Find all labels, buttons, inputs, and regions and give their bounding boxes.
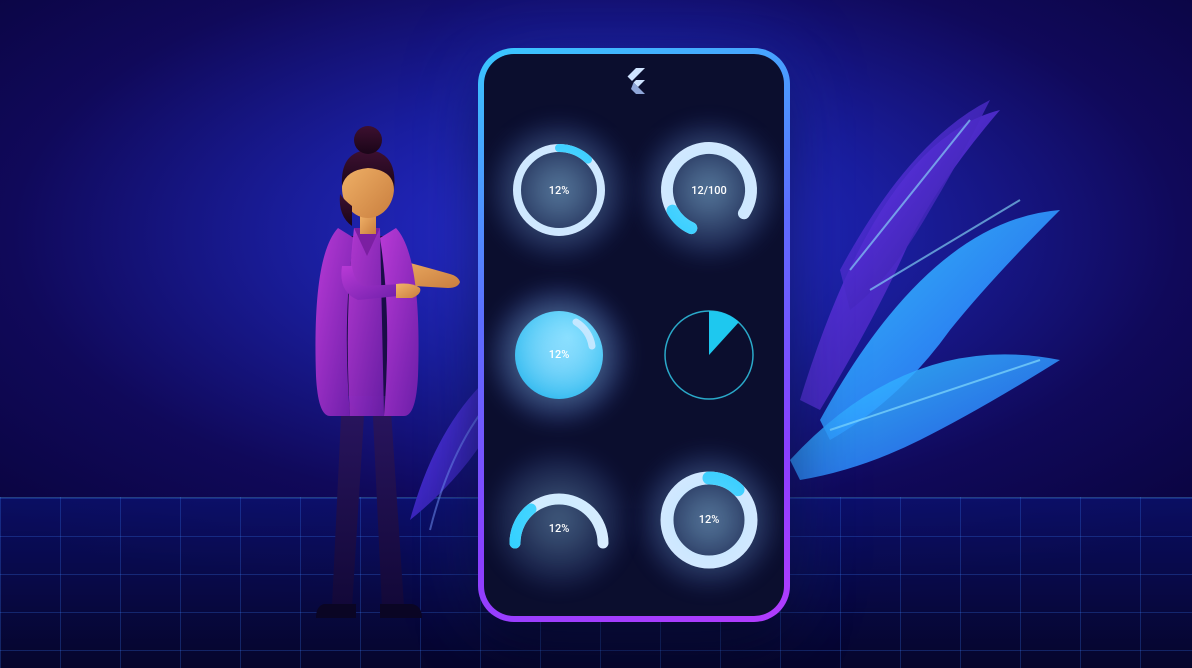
- gauge-pie-outline: [649, 295, 769, 415]
- gauge-arc-half: 12%: [499, 460, 619, 580]
- gauge-label: 12%: [699, 513, 720, 526]
- gauge-grid: 12% 12/100: [484, 108, 784, 602]
- gauge-fill-circle: 12%: [499, 295, 619, 415]
- gauge-label: 12%: [549, 184, 570, 197]
- leaf-cluster-right: [760, 100, 1080, 540]
- gauge-ring-open: 12/100: [649, 130, 769, 250]
- flutter-logo-icon: [623, 68, 645, 98]
- gauge-label: 12/100: [691, 184, 727, 197]
- phone-screen: 12% 12/100: [484, 54, 784, 616]
- illustration-stage: 12% 12/100: [0, 0, 1192, 668]
- gauge-label: 12%: [549, 348, 570, 361]
- gauge-label: 12%: [549, 522, 570, 535]
- gauge-ring-thin: 12%: [499, 130, 619, 250]
- phone-mockup: 12% 12/100: [478, 48, 790, 622]
- pie-slice-icon: [654, 300, 764, 410]
- gauge-ring-thick: 12%: [649, 460, 769, 580]
